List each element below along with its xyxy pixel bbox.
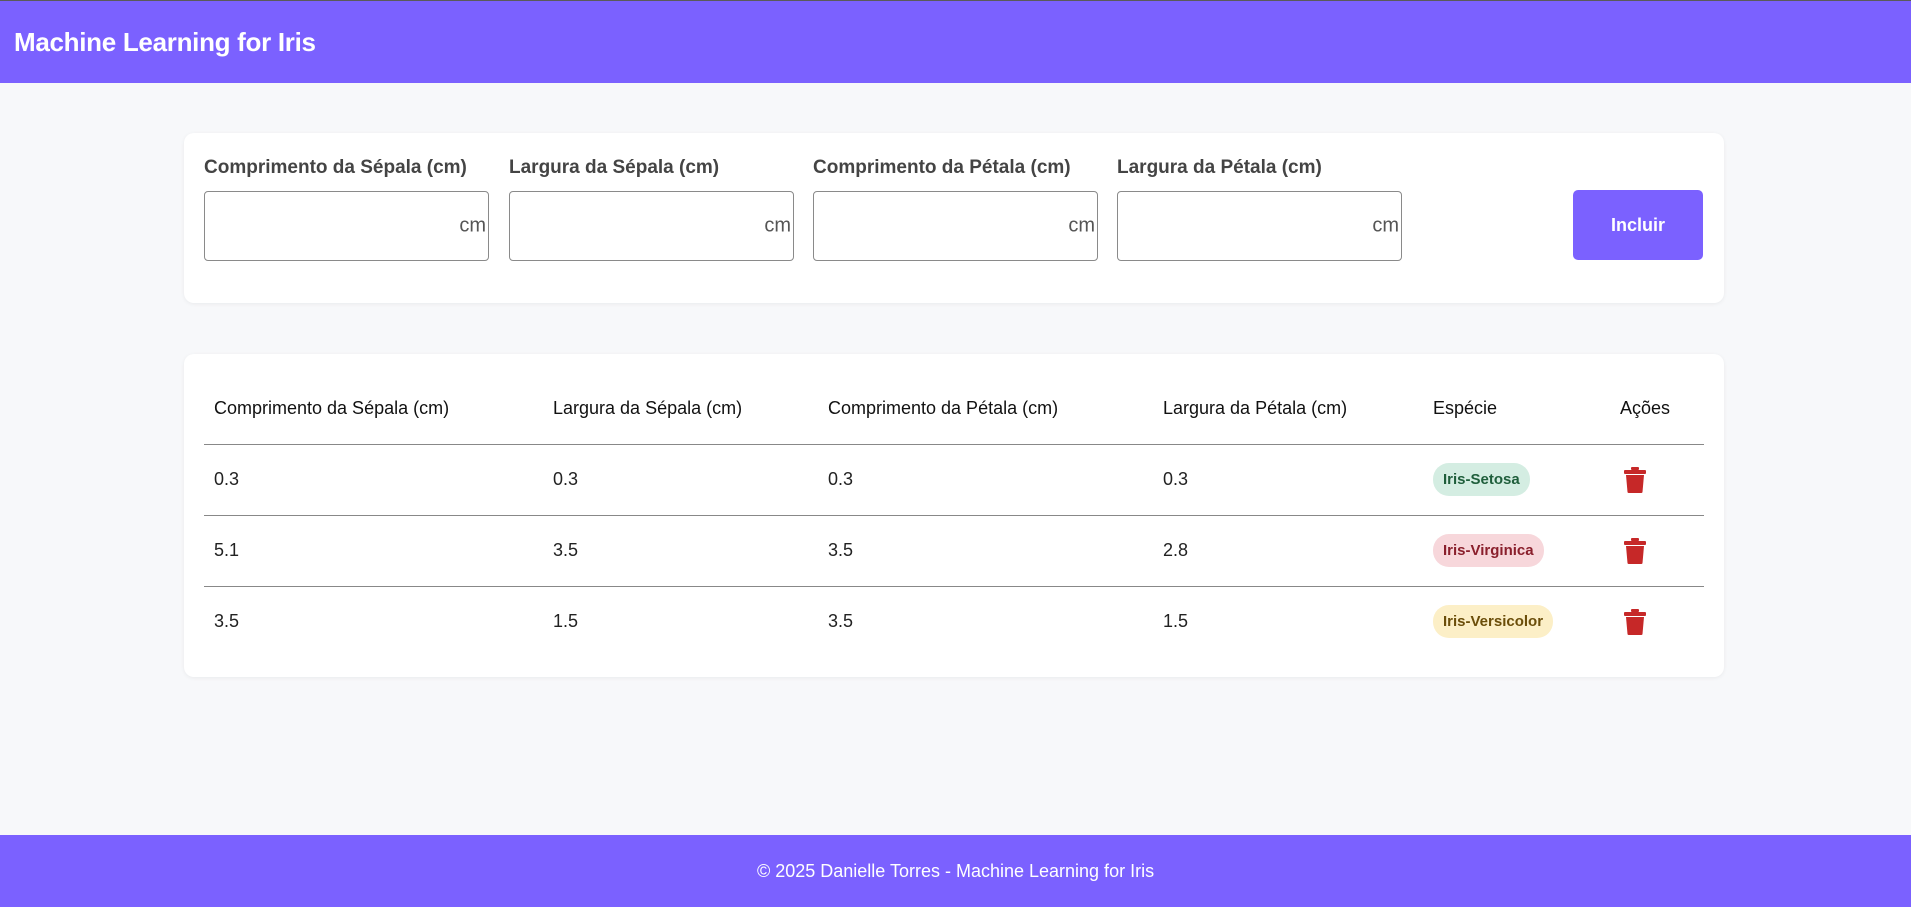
cell-sepal-width: 0.3 bbox=[543, 444, 818, 516]
cell-sepal-length: 5.1 bbox=[204, 515, 543, 587]
petal-length-input-wrap: cm bbox=[813, 191, 1098, 261]
cell-actions bbox=[1610, 586, 1704, 657]
app-footer: © 2025 Danielle Torres - Machine Learnin… bbox=[0, 835, 1911, 907]
cell-species: Iris-Versicolor bbox=[1423, 586, 1610, 657]
cell-species: Iris-Virginica bbox=[1423, 515, 1610, 587]
petal-width-input-wrap: cm bbox=[1117, 191, 1402, 261]
delete-row-trash-icon[interactable] bbox=[1624, 608, 1646, 635]
petal-length-input[interactable] bbox=[814, 192, 1097, 260]
unit-suffix: cm bbox=[764, 214, 791, 237]
species-badge: Iris-Versicolor bbox=[1433, 605, 1554, 639]
column-header-petal-length: Comprimento da Pétala (cm) bbox=[818, 374, 1153, 445]
column-header-species: Espécie bbox=[1423, 374, 1610, 445]
column-header-petal-width: Largura da Pétala (cm) bbox=[1153, 374, 1423, 445]
samples-table: Comprimento da Sépala (cm) Largura da Sé… bbox=[204, 374, 1704, 657]
cell-petal-length: 0.3 bbox=[818, 444, 1153, 516]
cell-sepal-width: 1.5 bbox=[553, 611, 579, 632]
cell-species: Iris-Setosa bbox=[1423, 444, 1610, 516]
unit-suffix: cm bbox=[459, 214, 486, 237]
column-header-sepal-length: Comprimento da Sépala (cm) bbox=[204, 374, 543, 445]
sepal-width-input[interactable] bbox=[510, 192, 793, 260]
sepal-width-field: Largura da Sépala (cm) cm bbox=[509, 157, 794, 261]
cell-petal-length: 3.5 bbox=[818, 515, 1153, 587]
sepal-length-label: Comprimento da Sépala (cm) bbox=[204, 157, 467, 178]
footer-text: © 2025 Danielle Torres - Machine Learnin… bbox=[756, 860, 1155, 881]
sepal-width-label: Largura da Sépala (cm) bbox=[509, 157, 720, 178]
cell-actions bbox=[1610, 444, 1704, 516]
column-header-sepal-width: Largura da Sépala (cm) bbox=[543, 374, 818, 445]
cell-petal-length: 3.5 bbox=[828, 611, 854, 632]
add-button[interactable]: Incluir bbox=[1573, 190, 1703, 260]
delete-row-trash-icon[interactable] bbox=[1624, 466, 1646, 493]
species-badge: Iris-Virginica bbox=[1433, 534, 1544, 567]
cell-petal-width: 2.8 bbox=[1153, 515, 1423, 587]
app-title: Machine Learning for Iris bbox=[14, 26, 316, 57]
sepal-length-field: Comprimento da Sépala (cm) cm bbox=[204, 157, 489, 261]
cell-sepal-width: 3.5 bbox=[543, 515, 818, 587]
sepal-length-input[interactable] bbox=[205, 192, 488, 260]
table-row: 3.5 1.5 3.5 1.5 Iris-Versicolor bbox=[204, 586, 1704, 657]
petal-width-label: Largura da Pétala (cm) bbox=[1117, 157, 1322, 178]
petal-length-label: Comprimento da Pétala (cm) bbox=[813, 157, 1071, 178]
column-header-actions: Ações bbox=[1610, 374, 1704, 445]
cell-actions bbox=[1610, 515, 1704, 587]
cell-petal-width: 1.5 bbox=[1163, 611, 1189, 632]
table-row: 0.3 0.3 0.3 0.3 Iris-Setosa bbox=[204, 444, 1704, 516]
sepal-width-input-wrap: cm bbox=[509, 191, 794, 261]
add-sample-form: Comprimento da Sépala (cm) cm Largura da… bbox=[184, 133, 1724, 303]
cell-sepal-length: 3.5 bbox=[214, 611, 240, 632]
table-header-row: Comprimento da Sépala (cm) Largura da Sé… bbox=[204, 374, 1704, 445]
petal-length-field: Comprimento da Pétala (cm) cm bbox=[813, 157, 1098, 261]
unit-suffix: cm bbox=[1372, 214, 1399, 237]
delete-row-trash-icon[interactable] bbox=[1624, 537, 1646, 564]
sepal-length-input-wrap: cm bbox=[204, 191, 489, 261]
species-badge: Iris-Setosa bbox=[1433, 463, 1530, 496]
petal-width-field: Largura da Pétala (cm) cm bbox=[1117, 157, 1402, 261]
app-header: Machine Learning for Iris bbox=[0, 0, 1911, 83]
samples-table-card: Comprimento da Sépala (cm) Largura da Sé… bbox=[184, 354, 1724, 677]
cell-sepal-length: 0.3 bbox=[204, 444, 543, 516]
table-row: 5.1 3.5 3.5 2.8 Iris-Virginica bbox=[204, 515, 1704, 587]
unit-suffix: cm bbox=[1068, 214, 1095, 237]
cell-petal-width: 0.3 bbox=[1153, 444, 1423, 516]
petal-width-input[interactable] bbox=[1118, 192, 1401, 260]
